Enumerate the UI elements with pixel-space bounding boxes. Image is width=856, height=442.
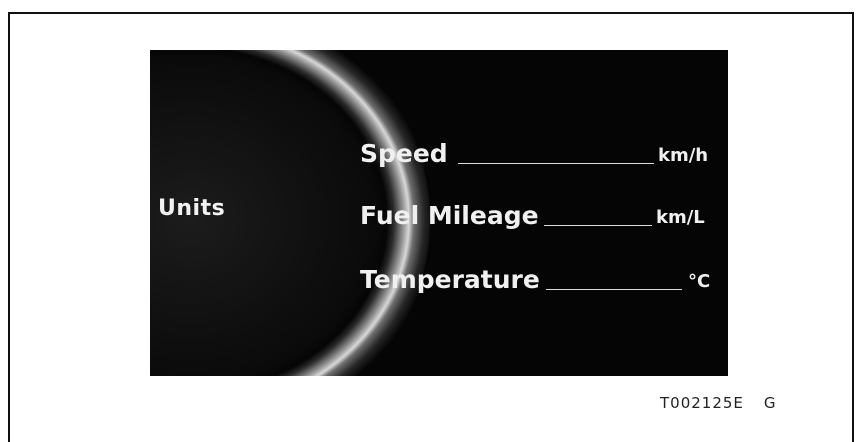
speed-row: Speed km/h — [360, 136, 720, 170]
temperature-unit: °C — [688, 271, 711, 292]
fuel-mileage-value-line — [544, 225, 652, 226]
temperature-label: Temperature — [360, 265, 540, 294]
fuel-mileage-row: Fuel Mileage km/L — [360, 198, 720, 232]
speed-value-line — [458, 163, 654, 164]
fuel-mileage-unit: km/L — [656, 207, 705, 228]
figure-caption: T002125E G — [660, 394, 777, 412]
instrument-display: Units Speed km/h Fuel Mileage km/L Tempe… — [150, 50, 728, 376]
figure-suffix: G — [763, 394, 777, 412]
figure-code: T002125E — [660, 394, 744, 412]
units-label: Units — [158, 196, 226, 221]
speed-label: Speed — [360, 139, 448, 168]
fuel-mileage-label: Fuel Mileage — [360, 201, 539, 230]
temperature-row: Temperature °C — [360, 262, 720, 296]
temperature-value-line — [546, 289, 682, 290]
speed-unit: km/h — [658, 145, 709, 166]
